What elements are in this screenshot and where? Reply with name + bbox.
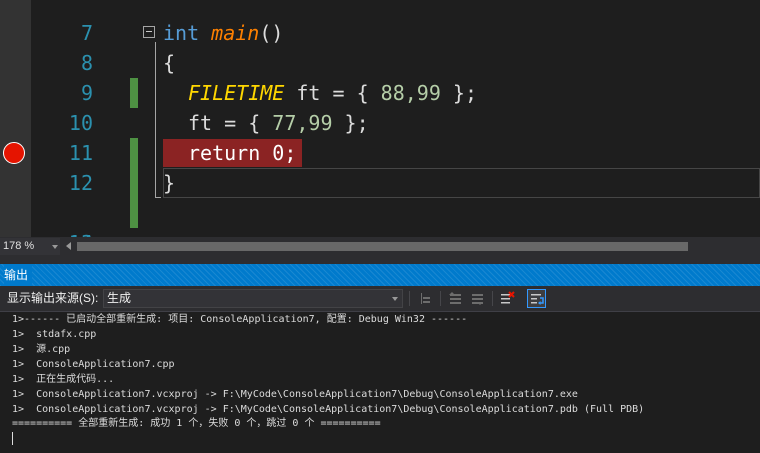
- code-line-13[interactable]: 13 }: [0, 168, 760, 237]
- chevron-down-icon: [392, 297, 398, 301]
- find-previous-button[interactable]: [446, 289, 465, 308]
- editor-horizontal-scrollbar[interactable]: 178 %: [0, 237, 760, 256]
- fold-guide-end: [155, 197, 161, 198]
- source-value: 生成: [107, 291, 132, 305]
- clear-all-icon: [501, 291, 515, 304]
- collapse-toggle-icon[interactable]: [143, 26, 155, 38]
- code-editor[interactable]: 7 8 int main() 9 { 10 FILETIME ft = { 88…: [0, 0, 760, 237]
- code-line-15[interactable]: 15: [0, 228, 760, 237]
- toolbar-separator: [440, 291, 441, 306]
- zoom-value: 178 %: [3, 240, 35, 252]
- code-text: {: [163, 51, 176, 75]
- code-text: FILETIME ft = { 88,99 };: [188, 81, 477, 105]
- output-line: 1> 正在生成代码...: [12, 374, 115, 385]
- panel-title: 输出: [4, 264, 33, 286]
- chevron-down-icon: [52, 245, 58, 249]
- output-line: 1> ConsoleApplication7.cpp: [12, 359, 175, 370]
- toggle-word-wrap-icon: [531, 294, 544, 305]
- code-line-12[interactable]: 12 return 0;: [0, 138, 760, 195]
- current-line-highlight: [163, 168, 760, 198]
- output-line: 1> 源.cpp: [12, 344, 71, 355]
- output-line: 1> ConsoleApplication7.vcxproj -> F:\MyC…: [12, 389, 578, 400]
- code-line-7[interactable]: 7: [0, 0, 760, 108]
- source-label: 显示输出来源(S):: [7, 291, 99, 305]
- output-panel-title-bar[interactable]: 输出: [0, 264, 760, 286]
- code-text: return 0;: [188, 141, 297, 165]
- code-text: ft = { 77,99 };: [188, 111, 369, 135]
- goto-previous-message-icon: [421, 293, 430, 304]
- toolbar-separator: [409, 291, 410, 306]
- output-text-area[interactable]: 1>------ 已启动全部重新生成: 项目: ConsoleApplicati…: [0, 311, 760, 453]
- code-line-14[interactable]: 14: [0, 198, 760, 237]
- clear-all-button[interactable]: [498, 289, 517, 308]
- toggle-word-wrap-button[interactable]: [527, 289, 546, 308]
- output-source-select[interactable]: 生成: [103, 289, 403, 308]
- code-line-11[interactable]: 11 ft = { 77,99 };: [0, 108, 760, 228]
- output-toolbar: 显示输出来源(S): 生成: [0, 286, 760, 311]
- scroll-left-icon[interactable]: [66, 242, 71, 250]
- code-line-9[interactable]: 9 {: [0, 48, 760, 168]
- find-next-button[interactable]: [468, 289, 487, 308]
- splitter[interactable]: [0, 256, 760, 264]
- code-text: int main(): [163, 21, 284, 45]
- output-line: 1> stdafx.cpp: [12, 329, 97, 340]
- code-text: }: [163, 171, 176, 195]
- output-line: ========== 全部重新生成: 成功 1 个，失败 0 个，跳过 0 个 …: [12, 418, 381, 429]
- code-line-10[interactable]: 10 FILETIME ft = { 88,99 };: [0, 78, 760, 198]
- output-line: 1> ConsoleApplication7.vcxproj -> F:\MyC…: [12, 404, 645, 415]
- find-previous-icon: [449, 292, 461, 304]
- output-line: 1>------ 已启动全部重新生成: 项目: ConsoleApplicati…: [12, 314, 468, 325]
- text-caret: [12, 432, 13, 445]
- toolbar-separator: [492, 291, 493, 306]
- fold-guide: [155, 42, 156, 198]
- code-line-8[interactable]: 8 int main(): [0, 18, 760, 75]
- find-next-icon: [472, 294, 483, 305]
- scrollbar-thumb[interactable]: [77, 242, 688, 251]
- goto-previous-message-button[interactable]: [416, 289, 435, 308]
- zoom-dropdown[interactable]: 178 %: [0, 238, 60, 255]
